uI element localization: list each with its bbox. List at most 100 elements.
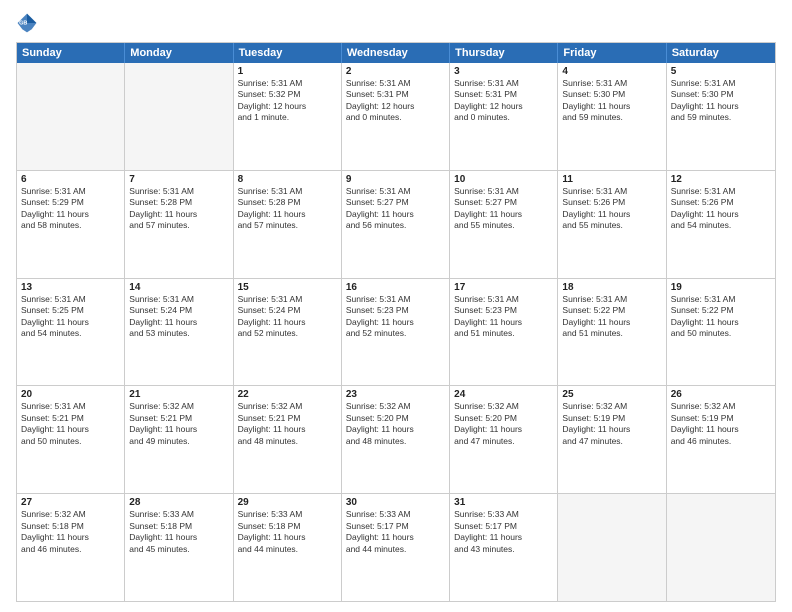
- day-number: 16: [346, 282, 445, 293]
- day-number: 20: [21, 389, 120, 400]
- day-number: 8: [238, 174, 337, 185]
- calendar-day-4: 4Sunrise: 5:31 AM Sunset: 5:30 PM Daylig…: [558, 63, 666, 170]
- calendar-empty-cell: [17, 63, 125, 170]
- calendar-day-20: 20Sunrise: 5:31 AM Sunset: 5:21 PM Dayli…: [17, 386, 125, 493]
- day-number: 22: [238, 389, 337, 400]
- day-number: 29: [238, 497, 337, 508]
- day-number: 15: [238, 282, 337, 293]
- day-number: 21: [129, 389, 228, 400]
- day-number: 12: [671, 174, 771, 185]
- calendar-day-21: 21Sunrise: 5:32 AM Sunset: 5:21 PM Dayli…: [125, 386, 233, 493]
- day-info: Sunrise: 5:32 AM Sunset: 5:19 PM Dayligh…: [562, 401, 661, 447]
- calendar-day-11: 11Sunrise: 5:31 AM Sunset: 5:26 PM Dayli…: [558, 171, 666, 278]
- day-info: Sunrise: 5:31 AM Sunset: 5:31 PM Dayligh…: [454, 78, 553, 124]
- day-number: 5: [671, 66, 771, 77]
- day-number: 2: [346, 66, 445, 77]
- day-info: Sunrise: 5:31 AM Sunset: 5:30 PM Dayligh…: [562, 78, 661, 124]
- day-number: 9: [346, 174, 445, 185]
- logo-icon: GB: [16, 12, 38, 34]
- page: GB SundayMondayTuesdayWednesdayThursdayF…: [0, 0, 792, 612]
- day-info: Sunrise: 5:31 AM Sunset: 5:28 PM Dayligh…: [238, 186, 337, 232]
- day-info: Sunrise: 5:33 AM Sunset: 5:18 PM Dayligh…: [129, 509, 228, 555]
- calendar-day-13: 13Sunrise: 5:31 AM Sunset: 5:25 PM Dayli…: [17, 279, 125, 386]
- calendar-day-8: 8Sunrise: 5:31 AM Sunset: 5:28 PM Daylig…: [234, 171, 342, 278]
- day-info: Sunrise: 5:31 AM Sunset: 5:22 PM Dayligh…: [562, 294, 661, 340]
- calendar-day-22: 22Sunrise: 5:32 AM Sunset: 5:21 PM Dayli…: [234, 386, 342, 493]
- day-number: 17: [454, 282, 553, 293]
- day-info: Sunrise: 5:31 AM Sunset: 5:24 PM Dayligh…: [129, 294, 228, 340]
- day-info: Sunrise: 5:32 AM Sunset: 5:21 PM Dayligh…: [238, 401, 337, 447]
- calendar-row: 6Sunrise: 5:31 AM Sunset: 5:29 PM Daylig…: [17, 170, 775, 278]
- day-number: 13: [21, 282, 120, 293]
- weekday-header: Tuesday: [234, 43, 342, 63]
- calendar-row: 20Sunrise: 5:31 AM Sunset: 5:21 PM Dayli…: [17, 385, 775, 493]
- day-info: Sunrise: 5:31 AM Sunset: 5:28 PM Dayligh…: [129, 186, 228, 232]
- day-info: Sunrise: 5:32 AM Sunset: 5:20 PM Dayligh…: [346, 401, 445, 447]
- day-number: 10: [454, 174, 553, 185]
- calendar-day-18: 18Sunrise: 5:31 AM Sunset: 5:22 PM Dayli…: [558, 279, 666, 386]
- day-info: Sunrise: 5:32 AM Sunset: 5:21 PM Dayligh…: [129, 401, 228, 447]
- weekday-header: Friday: [558, 43, 666, 63]
- day-number: 26: [671, 389, 771, 400]
- svg-text:GB: GB: [19, 21, 27, 27]
- day-info: Sunrise: 5:33 AM Sunset: 5:17 PM Dayligh…: [454, 509, 553, 555]
- calendar-day-5: 5Sunrise: 5:31 AM Sunset: 5:30 PM Daylig…: [667, 63, 775, 170]
- calendar-day-30: 30Sunrise: 5:33 AM Sunset: 5:17 PM Dayli…: [342, 494, 450, 601]
- day-number: 27: [21, 497, 120, 508]
- weekday-header: Wednesday: [342, 43, 450, 63]
- calendar-day-28: 28Sunrise: 5:33 AM Sunset: 5:18 PM Dayli…: [125, 494, 233, 601]
- calendar-row: 27Sunrise: 5:32 AM Sunset: 5:18 PM Dayli…: [17, 493, 775, 601]
- day-number: 1: [238, 66, 337, 77]
- day-info: Sunrise: 5:31 AM Sunset: 5:22 PM Dayligh…: [671, 294, 771, 340]
- weekday-header: Thursday: [450, 43, 558, 63]
- calendar-day-15: 15Sunrise: 5:31 AM Sunset: 5:24 PM Dayli…: [234, 279, 342, 386]
- day-info: Sunrise: 5:31 AM Sunset: 5:32 PM Dayligh…: [238, 78, 337, 124]
- day-info: Sunrise: 5:31 AM Sunset: 5:26 PM Dayligh…: [562, 186, 661, 232]
- calendar-row: 13Sunrise: 5:31 AM Sunset: 5:25 PM Dayli…: [17, 278, 775, 386]
- day-info: Sunrise: 5:31 AM Sunset: 5:25 PM Dayligh…: [21, 294, 120, 340]
- day-info: Sunrise: 5:31 AM Sunset: 5:23 PM Dayligh…: [346, 294, 445, 340]
- day-number: 11: [562, 174, 661, 185]
- day-info: Sunrise: 5:31 AM Sunset: 5:30 PM Dayligh…: [671, 78, 771, 124]
- day-number: 24: [454, 389, 553, 400]
- day-info: Sunrise: 5:31 AM Sunset: 5:29 PM Dayligh…: [21, 186, 120, 232]
- day-info: Sunrise: 5:32 AM Sunset: 5:18 PM Dayligh…: [21, 509, 120, 555]
- calendar-day-2: 2Sunrise: 5:31 AM Sunset: 5:31 PM Daylig…: [342, 63, 450, 170]
- day-number: 25: [562, 389, 661, 400]
- calendar-day-31: 31Sunrise: 5:33 AM Sunset: 5:17 PM Dayli…: [450, 494, 558, 601]
- weekday-header: Saturday: [667, 43, 775, 63]
- day-info: Sunrise: 5:31 AM Sunset: 5:27 PM Dayligh…: [454, 186, 553, 232]
- day-info: Sunrise: 5:32 AM Sunset: 5:20 PM Dayligh…: [454, 401, 553, 447]
- calendar-day-26: 26Sunrise: 5:32 AM Sunset: 5:19 PM Dayli…: [667, 386, 775, 493]
- calendar-day-9: 9Sunrise: 5:31 AM Sunset: 5:27 PM Daylig…: [342, 171, 450, 278]
- calendar-empty-cell: [558, 494, 666, 601]
- calendar-day-29: 29Sunrise: 5:33 AM Sunset: 5:18 PM Dayli…: [234, 494, 342, 601]
- header: GB: [16, 12, 776, 34]
- day-info: Sunrise: 5:31 AM Sunset: 5:21 PM Dayligh…: [21, 401, 120, 447]
- calendar-body: 1Sunrise: 5:31 AM Sunset: 5:32 PM Daylig…: [17, 63, 775, 601]
- calendar-header: SundayMondayTuesdayWednesdayThursdayFrid…: [17, 43, 775, 63]
- day-info: Sunrise: 5:33 AM Sunset: 5:17 PM Dayligh…: [346, 509, 445, 555]
- calendar-empty-cell: [667, 494, 775, 601]
- day-number: 31: [454, 497, 553, 508]
- calendar-day-23: 23Sunrise: 5:32 AM Sunset: 5:20 PM Dayli…: [342, 386, 450, 493]
- day-info: Sunrise: 5:31 AM Sunset: 5:26 PM Dayligh…: [671, 186, 771, 232]
- day-info: Sunrise: 5:31 AM Sunset: 5:27 PM Dayligh…: [346, 186, 445, 232]
- calendar-day-10: 10Sunrise: 5:31 AM Sunset: 5:27 PM Dayli…: [450, 171, 558, 278]
- day-info: Sunrise: 5:31 AM Sunset: 5:24 PM Dayligh…: [238, 294, 337, 340]
- calendar-day-12: 12Sunrise: 5:31 AM Sunset: 5:26 PM Dayli…: [667, 171, 775, 278]
- logo: GB: [16, 12, 40, 34]
- calendar-day-17: 17Sunrise: 5:31 AM Sunset: 5:23 PM Dayli…: [450, 279, 558, 386]
- calendar-day-27: 27Sunrise: 5:32 AM Sunset: 5:18 PM Dayli…: [17, 494, 125, 601]
- day-info: Sunrise: 5:31 AM Sunset: 5:31 PM Dayligh…: [346, 78, 445, 124]
- day-number: 14: [129, 282, 228, 293]
- calendar-day-24: 24Sunrise: 5:32 AM Sunset: 5:20 PM Dayli…: [450, 386, 558, 493]
- weekday-header: Sunday: [17, 43, 125, 63]
- calendar-day-6: 6Sunrise: 5:31 AM Sunset: 5:29 PM Daylig…: [17, 171, 125, 278]
- day-number: 18: [562, 282, 661, 293]
- calendar-day-1: 1Sunrise: 5:31 AM Sunset: 5:32 PM Daylig…: [234, 63, 342, 170]
- day-info: Sunrise: 5:33 AM Sunset: 5:18 PM Dayligh…: [238, 509, 337, 555]
- day-number: 30: [346, 497, 445, 508]
- calendar-day-3: 3Sunrise: 5:31 AM Sunset: 5:31 PM Daylig…: [450, 63, 558, 170]
- day-number: 23: [346, 389, 445, 400]
